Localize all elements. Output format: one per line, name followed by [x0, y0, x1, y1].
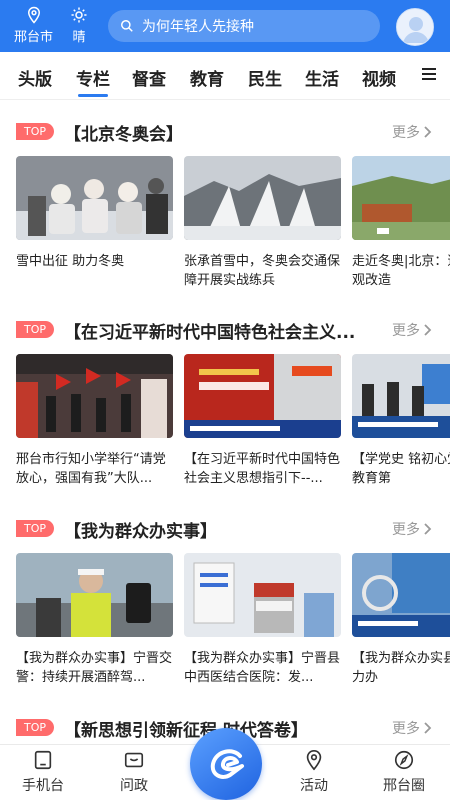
news-thumbnail — [184, 354, 341, 438]
more-link[interactable]: 更多 — [392, 718, 432, 738]
top-badge: TOP — [16, 520, 54, 537]
home-fab-button[interactable] — [190, 728, 262, 800]
e-logo-icon — [210, 749, 244, 779]
news-caption: 张承首雪中，冬奥会交通保障开展实战练兵 — [184, 254, 341, 288]
news-thumbnail — [184, 156, 341, 240]
news-card[interactable]: 【我为群众办实事】宁晋交警：持续开展酒醉驾... — [16, 553, 173, 687]
news-caption: 【在习近平新时代中国特色社会主义思想指引下--... — [184, 452, 341, 486]
more-link[interactable]: 更多 — [392, 320, 432, 340]
news-caption: 邢台市行知小学举行“请党放心，强国有我”大队... — [16, 452, 166, 486]
weather-widget[interactable]: 晴 — [70, 6, 88, 45]
news-thumbnail — [184, 553, 341, 637]
tab-zhuanlan[interactable]: 专栏 — [76, 65, 110, 97]
sun-icon — [71, 7, 87, 23]
news-card[interactable]: 雪中出征 助力冬奥 — [16, 156, 173, 290]
news-thumbnail — [16, 354, 173, 438]
nav-label: 问政 — [120, 778, 148, 794]
location-pin-icon — [27, 6, 40, 24]
section-title[interactable]: 【在习近平新时代中国特色社会主义... — [64, 318, 355, 343]
news-card[interactable]: 张承首雪中，冬奥会交通保障开展实战练兵 — [184, 156, 341, 290]
more-link[interactable]: 更多 — [392, 519, 432, 539]
top-badge: TOP — [16, 123, 54, 140]
tab-shipin[interactable]: 视频 — [362, 65, 396, 90]
category-tabs: 头版 专栏 督查 教育 民生 生活 视频 — [0, 52, 450, 100]
news-card[interactable]: 邢台市行知小学举行“请党放心，强国有我”大队... — [16, 354, 173, 488]
news-thumbnail — [352, 156, 450, 240]
bottom-nav: 手机台 问政 活动 邢台圈 — [0, 728, 450, 800]
top-badge: TOP — [16, 321, 54, 338]
nav-huodong[interactable]: 活动 — [300, 749, 328, 795]
message-icon — [124, 752, 144, 768]
news-card[interactable]: 【在习近平新时代中国特色社会主义思想指引下--... — [184, 354, 341, 488]
section-title[interactable]: 【我为群众办实事】 — [64, 517, 217, 542]
news-caption: 走近冬奥|北京：道”绿化景观改造 — [352, 254, 450, 288]
chevron-right-icon — [424, 523, 432, 535]
news-thumbnail — [16, 156, 173, 240]
nav-label: 邢台圈 — [383, 778, 425, 794]
news-card[interactable]: 【我为群众办实事】宁晋县中西医结合医院：发... — [184, 553, 341, 687]
top-badge: TOP — [16, 719, 54, 736]
tab-shenghuo[interactable]: 生活 — [305, 65, 339, 90]
news-card[interactable]: 【学党史 铭初心党史学习教育第 — [352, 354, 450, 488]
user-avatar[interactable] — [396, 8, 434, 46]
nav-shoujitai[interactable]: 手机台 — [22, 749, 64, 795]
news-thumbnail — [16, 553, 173, 637]
nav-label: 手机台 — [22, 778, 64, 794]
location-selector[interactable]: 邢台市 — [14, 6, 53, 45]
section-title[interactable]: 【北京冬奥会】 — [64, 120, 183, 145]
more-link[interactable]: 更多 — [392, 122, 432, 142]
news-card[interactable]: 走近冬奥|北京：道”绿化景观改造 — [352, 156, 450, 290]
news-caption: 【我为群众办实县：凝心聚力办 — [352, 651, 450, 685]
nav-label: 活动 — [300, 778, 328, 794]
chevron-right-icon — [424, 324, 432, 336]
news-thumbnail — [352, 553, 450, 637]
news-thumbnail — [352, 354, 450, 438]
news-caption: 【学党史 铭初心党史学习教育第 — [352, 452, 450, 486]
top-header: 邢台市 晴 为何年轻人先接种 — [0, 0, 450, 52]
tab-toutiao[interactable]: 头版 — [18, 65, 52, 90]
news-caption: 雪中出征 助力冬奥 — [16, 254, 125, 269]
tab-jiaoyu[interactable]: 教育 — [190, 65, 224, 90]
location-label: 邢台市 — [14, 30, 54, 45]
tab-ducha[interactable]: 督查 — [132, 65, 166, 90]
phone-icon — [34, 750, 52, 770]
weather-label: 晴 — [72, 30, 86, 45]
tab-minsheng[interactable]: 民生 — [248, 65, 282, 90]
user-avatar-icon — [397, 9, 433, 45]
chevron-right-icon — [424, 722, 432, 734]
compass-icon — [394, 750, 414, 770]
section-title[interactable]: 【新思想引领新征程 时代答卷】 — [64, 716, 308, 741]
news-caption: 【我为群众办实事】宁晋交警：持续开展酒醉驾... — [16, 651, 173, 685]
search-bar[interactable]: 为何年轻人先接种 — [108, 10, 380, 42]
location-icon — [306, 750, 322, 771]
search-icon — [121, 20, 133, 32]
search-placeholder: 为何年轻人先接种 — [142, 19, 254, 35]
news-caption: 【我为群众办实事】宁晋县中西医结合医院：发... — [184, 651, 341, 685]
chevron-right-icon — [424, 126, 432, 138]
nav-wenzheng[interactable]: 问政 — [120, 749, 148, 795]
nav-xingtaiquan[interactable]: 邢台圈 — [383, 749, 425, 795]
news-card[interactable]: 【我为群众办实县：凝心聚力办 — [352, 553, 450, 687]
menu-icon[interactable] — [422, 68, 436, 82]
